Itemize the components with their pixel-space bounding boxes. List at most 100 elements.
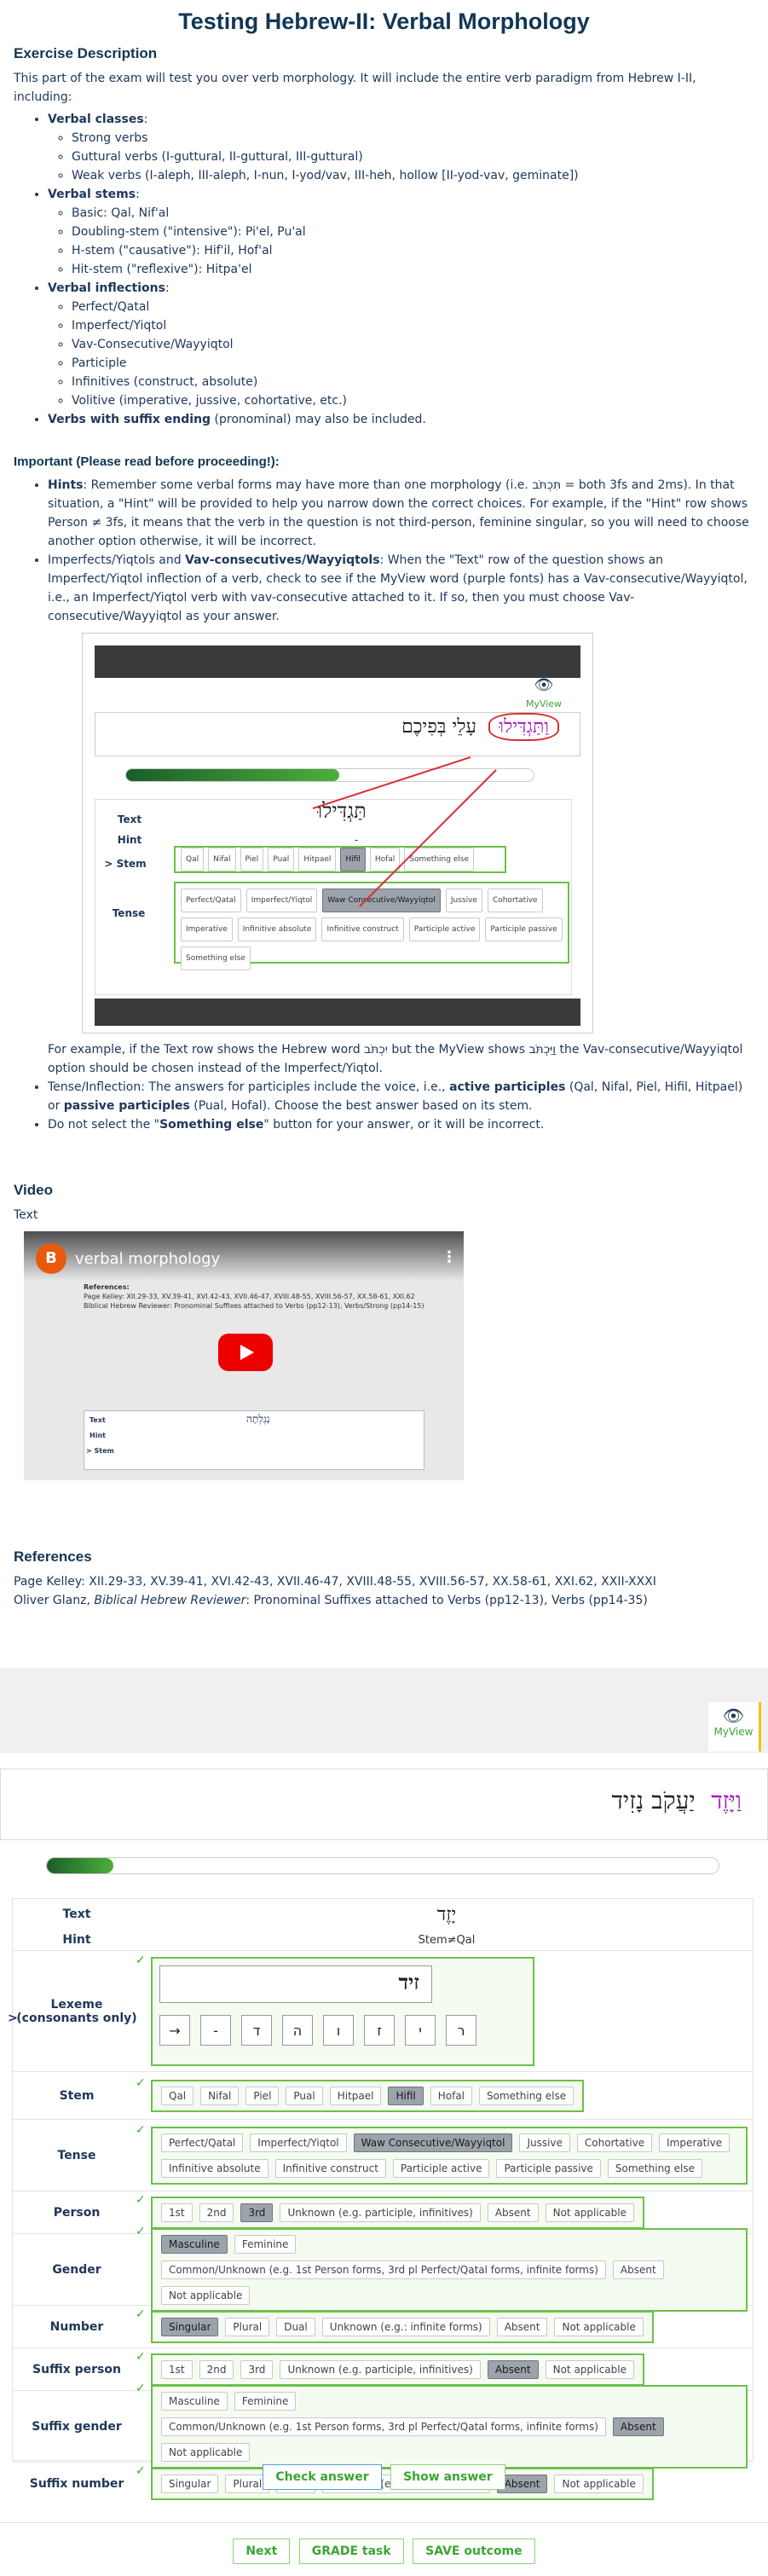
letter-key[interactable]: ה	[282, 2014, 313, 2046]
imperf-label: Vav-consecutives/Wayyiqtols	[185, 553, 380, 567]
option-button[interactable]: Masculine	[161, 2391, 228, 2411]
content: Testing Hebrew-II: Verbal Morphology Exe…	[0, 0, 768, 1610]
video-table: Text נִגְלְתָה Hint > Stem	[84, 1410, 424, 1470]
options-box: Singular Plural Dual Unknown (e.g.: infinit…	[151, 2310, 654, 2343]
letter-key[interactable]: ו	[323, 2014, 354, 2046]
option-button[interactable]: Feminine	[234, 2391, 297, 2411]
hint-row: Hint Stem≠Qal	[13, 1930, 753, 1950]
option-button[interactable]: Plural	[225, 2317, 270, 2336]
option-button[interactable]: Not applicable	[545, 2203, 634, 2222]
option-button[interactable]: Common/Unknown (e.g. 1st Person forms, 3…	[161, 2417, 606, 2436]
check-icon: ✓	[136, 2192, 146, 2207]
video-text-label: Text	[90, 1416, 106, 1424]
option-button[interactable]: Absent	[487, 2359, 539, 2379]
ref2-c: : Pronominal Suffixes attached to Verbs …	[245, 1594, 648, 1607]
option-button[interactable]: Something else	[607, 2158, 702, 2178]
play-button[interactable]	[218, 1334, 273, 1371]
answer-table: Text יָזֶד Hint Stem≠Qal > Lexeme (conson…	[8, 1898, 754, 2500]
option-button[interactable]: 1st	[161, 2359, 193, 2379]
option-button[interactable]: Absent	[487, 2203, 539, 2222]
option-button[interactable]: Nifal	[200, 2086, 240, 2105]
option-button[interactable]: Unknown (e.g.: infinite forms)	[321, 2317, 490, 2336]
letter-key[interactable]: →	[159, 2014, 190, 2046]
option-button[interactable]: Jussive	[519, 2133, 570, 2152]
option-button[interactable]: Imperative	[659, 2133, 730, 2152]
description-list: Verbal classes: Strong verbsGuttural ver…	[48, 110, 754, 429]
more-icon[interactable]: ⋮	[442, 1248, 457, 1266]
option-button[interactable]: Waw Consecutive/Wayyiqtol	[353, 2133, 513, 2152]
option-button[interactable]: Hitpael	[329, 2086, 382, 2105]
option-button[interactable]: Absent	[612, 2417, 664, 2436]
answer-row-stem: Stem ✓ Qal Nifal Piel Pual Hitpael Hifil Hofal So…	[13, 2071, 753, 2119]
screenshot-top-bar	[95, 645, 580, 678]
expand-icon[interactable]: >	[8, 2012, 18, 2025]
option-button[interactable]: 1st	[161, 2203, 193, 2222]
check-icon: ✓	[136, 2075, 146, 2090]
option-button[interactable]: Masculine	[161, 2234, 228, 2254]
lexeme-cell: ✓ זיד → - ד ה ו ז י ר	[136, 1954, 753, 2069]
option-button[interactable]: Participle active	[392, 2158, 490, 2178]
option-button[interactable]: Infinitive absolute	[161, 2158, 269, 2178]
row-options-cell: ✓ Qal Nifal Piel Pual Hitpael Hifil Hofal Someth…	[136, 2076, 753, 2116]
option-button[interactable]: Not applicable	[554, 2317, 644, 2336]
options-box: Perfect/Qatal Imperfect/Yiqtol Waw Consecu…	[151, 2126, 748, 2185]
option-button[interactable]: Pual	[286, 2086, 323, 2105]
option-button[interactable]: Cohortative	[576, 2133, 653, 2152]
option-button[interactable]: Qal	[161, 2086, 194, 2105]
option-button[interactable]: Something else	[479, 2086, 575, 2105]
row-options-cell: ✓ Masculine Feminine Common/Unknown (e.g. 1…	[136, 2225, 753, 2315]
option-button[interactable]: Unknown (e.g. participle, infinitives)	[280, 2203, 481, 2222]
option-button[interactable]: Feminine	[234, 2234, 297, 2254]
option-button[interactable]: Unknown (e.g. participle, infinitives)	[280, 2359, 481, 2379]
text-row: Text יָזֶד	[13, 1899, 753, 1930]
video-title[interactable]: verbal morphology	[75, 1250, 220, 1268]
letter-key[interactable]: -	[200, 2014, 231, 2046]
option-button[interactable]: Perfect/Qatal	[161, 2133, 244, 2152]
lexeme-row: > Lexeme (consonants only) ✓ זיד → - ד ה ו ז י ר	[8, 1950, 753, 2071]
stems-sublist: Basic: Qal, Nif'alDoubling-stem ("intens…	[72, 204, 754, 279]
row-label: Number	[49, 2319, 104, 2334]
option-button[interactable]: Hifil	[388, 2086, 424, 2105]
letter-key[interactable]: ד	[241, 2014, 272, 2046]
letter-key[interactable]: י	[405, 2014, 436, 2046]
channel-avatar[interactable]: B	[36, 1243, 66, 1274]
dont-a: Do not select the "	[48, 1118, 160, 1132]
check-answer-button[interactable]: Check answer	[263, 2464, 382, 2490]
progress-fill	[47, 1858, 113, 1873]
option-button[interactable]: Imperfect/Yiqtol	[250, 2133, 347, 2152]
option-button[interactable]: Hofal	[430, 2086, 473, 2105]
option-button[interactable]: Participle passive	[496, 2158, 601, 2178]
row-options-cell: ✓ Singular Plural Dual Unknown (e.g.: infini…	[136, 2307, 753, 2347]
option-button[interactable]: Common/Unknown (e.g. 1st Person forms, 3…	[161, 2260, 606, 2279]
letter-key[interactable]: ז	[364, 2014, 395, 2046]
option-button[interactable]: Singular	[161, 2317, 219, 2336]
option-button[interactable]: Piel	[245, 2086, 280, 2105]
letter-key[interactable]: ר	[446, 2014, 476, 2046]
option-button[interactable]: Absent	[496, 2317, 548, 2336]
option-button[interactable]: Not applicable	[545, 2359, 634, 2379]
next-button[interactable]: Next	[233, 2538, 291, 2564]
video-player[interactable]: References: Page Kelley: XII.29-33, XV.3…	[24, 1231, 464, 1480]
references-heading: References	[14, 1548, 92, 1565]
imperfects-item: Imperfects/Yiqtols and Vav-consecutives/…	[48, 551, 754, 1078]
tense-b: active participles	[449, 1080, 566, 1094]
option-button[interactable]: Not applicable	[161, 2285, 251, 2305]
option-button[interactable]: Absent	[612, 2260, 664, 2279]
option-button[interactable]: 3rd	[240, 2359, 274, 2379]
video-refs-heading: References:	[84, 1283, 130, 1291]
option-button[interactable]: 3rd	[240, 2203, 274, 2222]
option-button[interactable]: 2nd	[199, 2359, 234, 2379]
grade-task-button[interactable]: GRADE task	[298, 2538, 404, 2564]
option-button[interactable]: Infinitive construct	[274, 2158, 386, 2178]
class-item: Weak verbs (I-aleph, III-aleph, I-nun, I…	[72, 166, 754, 185]
options-box: Qal Nifal Piel Pual Hitpael Hifil Hofal Somethi…	[151, 2079, 585, 2112]
option-button[interactable]: Dual	[276, 2317, 315, 2336]
stem-item: Doubling-stem ("intensive"): Pi'el, Pu'a…	[72, 223, 754, 241]
show-answer-button[interactable]: Show answer	[390, 2464, 505, 2490]
save-outcome-button[interactable]: SAVE outcome	[413, 2538, 535, 2564]
myview-toggle[interactable]: 👁 MyView	[708, 1702, 761, 1751]
lexeme-input[interactable]: זיד	[159, 1965, 432, 2003]
option-button[interactable]: Not applicable	[161, 2442, 251, 2462]
stem-item: Basic: Qal, Nif'al	[72, 204, 754, 223]
option-button[interactable]: 2nd	[199, 2203, 234, 2222]
